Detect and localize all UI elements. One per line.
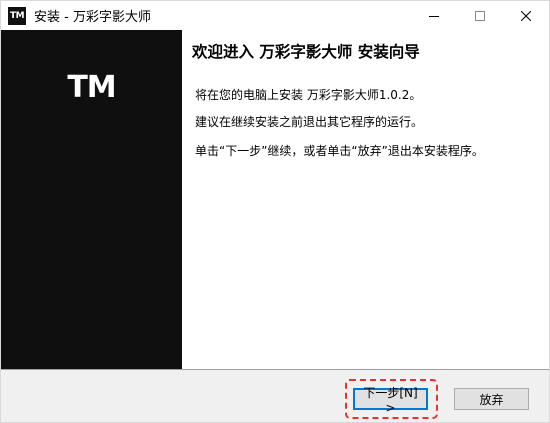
title-bar[interactable]: TM 安装 - 万彩字影大师 — [1, 1, 549, 30]
app-icon: TM — [8, 6, 26, 25]
side-banner: TM — [1, 30, 182, 369]
minimize-button[interactable] — [411, 1, 457, 30]
minimize-icon — [429, 11, 439, 21]
close-icon — [521, 10, 531, 21]
install-info-text: 将在您的电脑上安装 万彩字影大师1.0.2。 — [195, 88, 422, 102]
cancel-button[interactable]: 放弃 — [454, 388, 529, 410]
maximize-button[interactable] — [457, 1, 503, 30]
brand-logo: TM — [67, 70, 116, 105]
installer-window: TM 安装 - 万彩字影大师 TM 欢迎进入 万彩字影大师 安装向导 将在您的电… — [0, 0, 550, 423]
next-button[interactable]: 下一步[N] > — [353, 386, 428, 415]
window-title: 安装 - 万彩字影大师 — [34, 10, 151, 25]
close-programs-advice: 建议在继续安装之前退出其它程序的运行。 — [195, 115, 424, 129]
close-button[interactable] — [503, 1, 549, 30]
welcome-content: 欢迎进入 万彩字影大师 安装向导 将在您的电脑上安装 万彩字影大师1.0.2。 … — [182, 30, 549, 369]
window-controls — [411, 1, 549, 30]
button-bar: 下一步[N] > 放弃 — [1, 370, 549, 422]
welcome-title: 欢迎进入 万彩字影大师 安装向导 — [192, 43, 420, 61]
maximize-icon — [475, 10, 485, 21]
instructions-text: 单击“下一步”继续，或者单击“放弃”退出本安装程序。 — [195, 144, 484, 158]
